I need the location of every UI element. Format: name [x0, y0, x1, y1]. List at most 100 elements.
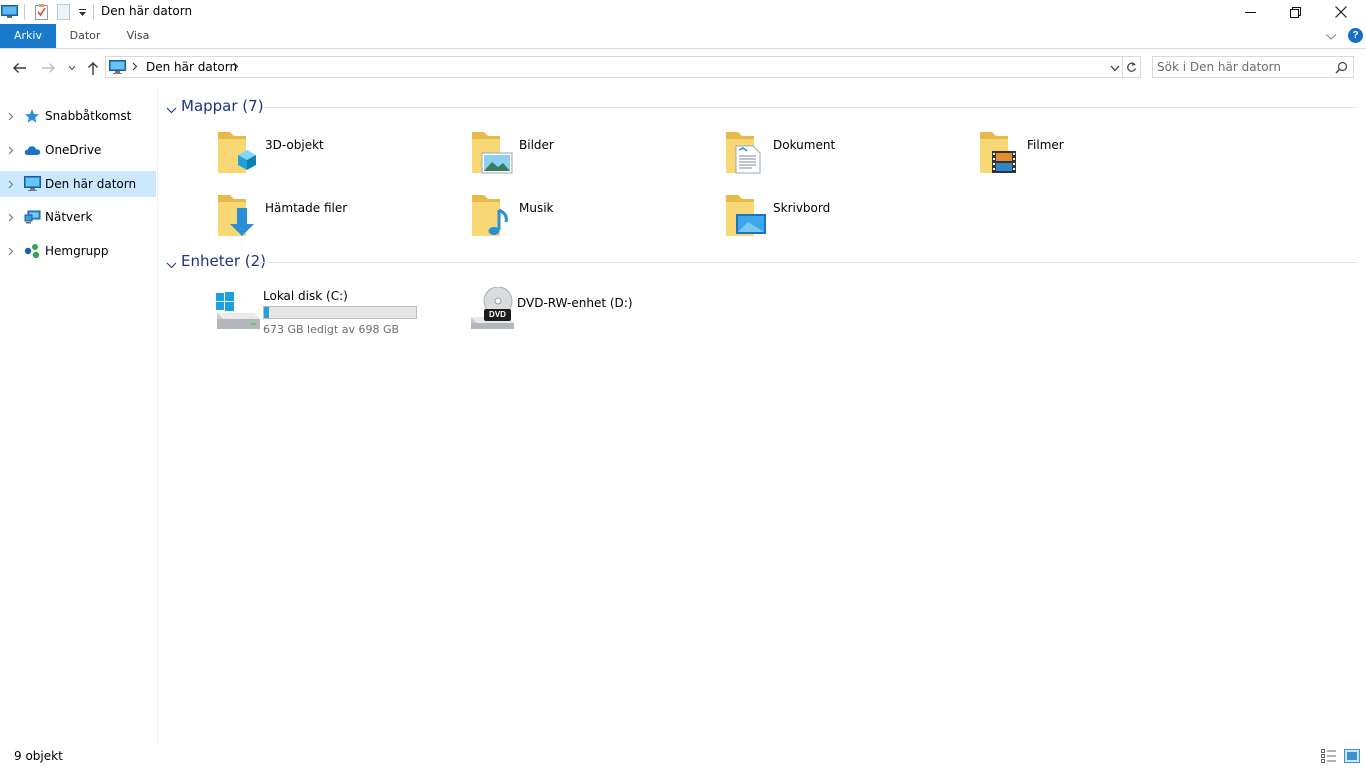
- chevron-right-icon[interactable]: [8, 144, 14, 158]
- folder-label: Hämtade filer: [265, 201, 348, 215]
- search-input[interactable]: [1157, 59, 1327, 75]
- address-history-icon[interactable]: [1110, 61, 1120, 75]
- folder-label: 3D-objekt: [265, 138, 324, 152]
- sidebar-item-natverk[interactable]: Nätverk: [0, 204, 156, 230]
- large-icons-view-icon[interactable]: [1344, 749, 1360, 763]
- breadcrumb-chevron-icon[interactable]: [132, 59, 138, 74]
- folder-hamtade-filer[interactable]: Hämtade filer: [216, 192, 466, 250]
- refresh-button[interactable]: [1123, 56, 1141, 78]
- dvd-badge: DVD: [489, 310, 506, 319]
- group-title: Mappar (7): [181, 97, 264, 115]
- folder-filmer[interactable]: Filmer: [978, 129, 1228, 187]
- chevron-down-icon: [68, 65, 76, 71]
- details-view-icon[interactable]: [1321, 749, 1337, 763]
- close-icon: [1335, 6, 1347, 18]
- group-divider: [260, 262, 1357, 263]
- sidebar-item-den-har-datorn[interactable]: Den här datorn: [0, 171, 156, 197]
- navigation-pane: Snabbåtkomst OneDrive Den här datorn Nät…: [0, 87, 158, 745]
- customize-dropdown-icon[interactable]: [75, 3, 89, 21]
- cloud-icon: [24, 142, 41, 161]
- downloads-folder-icon: [216, 192, 264, 240]
- forward-arrow-icon: [41, 63, 55, 73]
- drive-usage-bar: [263, 306, 417, 319]
- chevron-down-icon[interactable]: [166, 258, 177, 272]
- desktop-folder-icon: [724, 192, 772, 240]
- videos-folder-icon: [978, 129, 1026, 177]
- restore-icon: [1289, 6, 1301, 18]
- chevron-right-icon[interactable]: [8, 110, 14, 124]
- up-arrow-icon: [88, 61, 98, 75]
- breadcrumb-chevron-icon[interactable]: [233, 59, 239, 74]
- folder-label: Dokument: [773, 138, 836, 152]
- pictures-folder-icon: [470, 129, 518, 177]
- computer-icon: [109, 60, 126, 78]
- chevron-down-icon[interactable]: [166, 103, 177, 117]
- search-icon[interactable]: [1335, 61, 1348, 77]
- folder-label: Bilder: [519, 138, 554, 152]
- drive-d[interactable]: DVD DVD-RW-enhet (D:): [468, 286, 718, 345]
- documents-folder-icon: [724, 129, 772, 177]
- tab-arkiv[interactable]: Arkiv: [0, 24, 56, 48]
- tab-dator[interactable]: Dator: [60, 24, 110, 48]
- forward-button[interactable]: [38, 58, 58, 78]
- up-button[interactable]: [83, 58, 103, 78]
- ribbon: Arkiv Dator Visa ?: [0, 24, 1366, 49]
- sidebar-item-label: OneDrive: [45, 143, 102, 157]
- folder-bilder[interactable]: Bilder: [470, 129, 720, 187]
- sidebar-item-label: Snabbåtkomst: [45, 109, 132, 123]
- drive-space-text: 673 GB ledigt av 698 GB: [263, 323, 400, 336]
- network-icon: [24, 209, 41, 228]
- local-disk-icon: [214, 287, 262, 335]
- chevron-right-icon[interactable]: [8, 211, 14, 225]
- file-view: Mappar (7) 3D-objekt Bilder Dokument Fil…: [158, 87, 1366, 745]
- toolbar-divider: [24, 4, 25, 20]
- computer-icon: [24, 176, 41, 195]
- sidebar-item-onedrive[interactable]: OneDrive: [0, 137, 156, 163]
- folder-musik[interactable]: Musik: [470, 192, 720, 250]
- refresh-icon: [1127, 62, 1137, 72]
- 3d-objects-folder-icon: [216, 129, 264, 177]
- title-bar: Den här datorn: [0, 0, 1366, 24]
- window-title: Den här datorn: [101, 4, 193, 18]
- folder-skrivbord[interactable]: Skrivbord: [724, 192, 974, 250]
- sidebar-item-label: Den här datorn: [45, 177, 137, 191]
- sidebar-item-hemgrupp[interactable]: Hemgrupp: [0, 238, 156, 264]
- chevron-right-icon[interactable]: [8, 245, 14, 259]
- search-box[interactable]: [1152, 56, 1354, 78]
- minimize-icon: [1244, 11, 1256, 13]
- folder-3d-objekt[interactable]: 3D-objekt: [216, 129, 466, 187]
- help-icon[interactable]: ?: [1348, 28, 1363, 43]
- drive-label: Lokal disk (C:): [263, 289, 348, 303]
- breadcrumb-item[interactable]: Den här datorn: [146, 60, 237, 74]
- expand-ribbon-icon[interactable]: [1325, 30, 1337, 44]
- recent-locations-button[interactable]: [62, 58, 82, 78]
- group-title: Enheter (2): [181, 252, 267, 270]
- sidebar-item-label: Nätverk: [45, 210, 93, 224]
- restore-button[interactable]: [1272, 0, 1318, 24]
- status-bar: 9 objekt: [0, 745, 1366, 768]
- close-button[interactable]: [1318, 0, 1364, 24]
- back-button[interactable]: [9, 58, 29, 78]
- minimize-button[interactable]: [1227, 0, 1273, 24]
- back-arrow-icon: [12, 63, 26, 73]
- properties-icon[interactable]: [33, 3, 49, 21]
- drive-label: DVD-RW-enhet (D:): [517, 296, 633, 310]
- new-folder-icon[interactable]: [55, 3, 71, 21]
- item-count: 9 objekt: [14, 749, 63, 763]
- star-icon: [24, 108, 40, 127]
- toolbar-divider: [93, 4, 94, 20]
- group-divider: [262, 107, 1357, 108]
- drive-usage-fill: [264, 307, 270, 318]
- computer-icon[interactable]: [0, 3, 18, 21]
- address-bar[interactable]: Den här datorn: [105, 56, 1123, 78]
- drive-c[interactable]: Lokal disk (C:) 673 GB ledigt av 698 GB: [214, 287, 464, 345]
- music-folder-icon: [470, 192, 518, 240]
- folder-dokument[interactable]: Dokument: [724, 129, 974, 187]
- folder-label: Filmer: [1027, 138, 1064, 152]
- sidebar-item-snabbatkomst[interactable]: Snabbåtkomst: [0, 103, 156, 129]
- chevron-right-icon[interactable]: [8, 178, 14, 192]
- homegroup-icon: [24, 243, 41, 262]
- dvd-drive-icon: DVD: [468, 286, 516, 335]
- tab-visa[interactable]: Visa: [114, 24, 162, 48]
- folder-label: Musik: [519, 201, 554, 215]
